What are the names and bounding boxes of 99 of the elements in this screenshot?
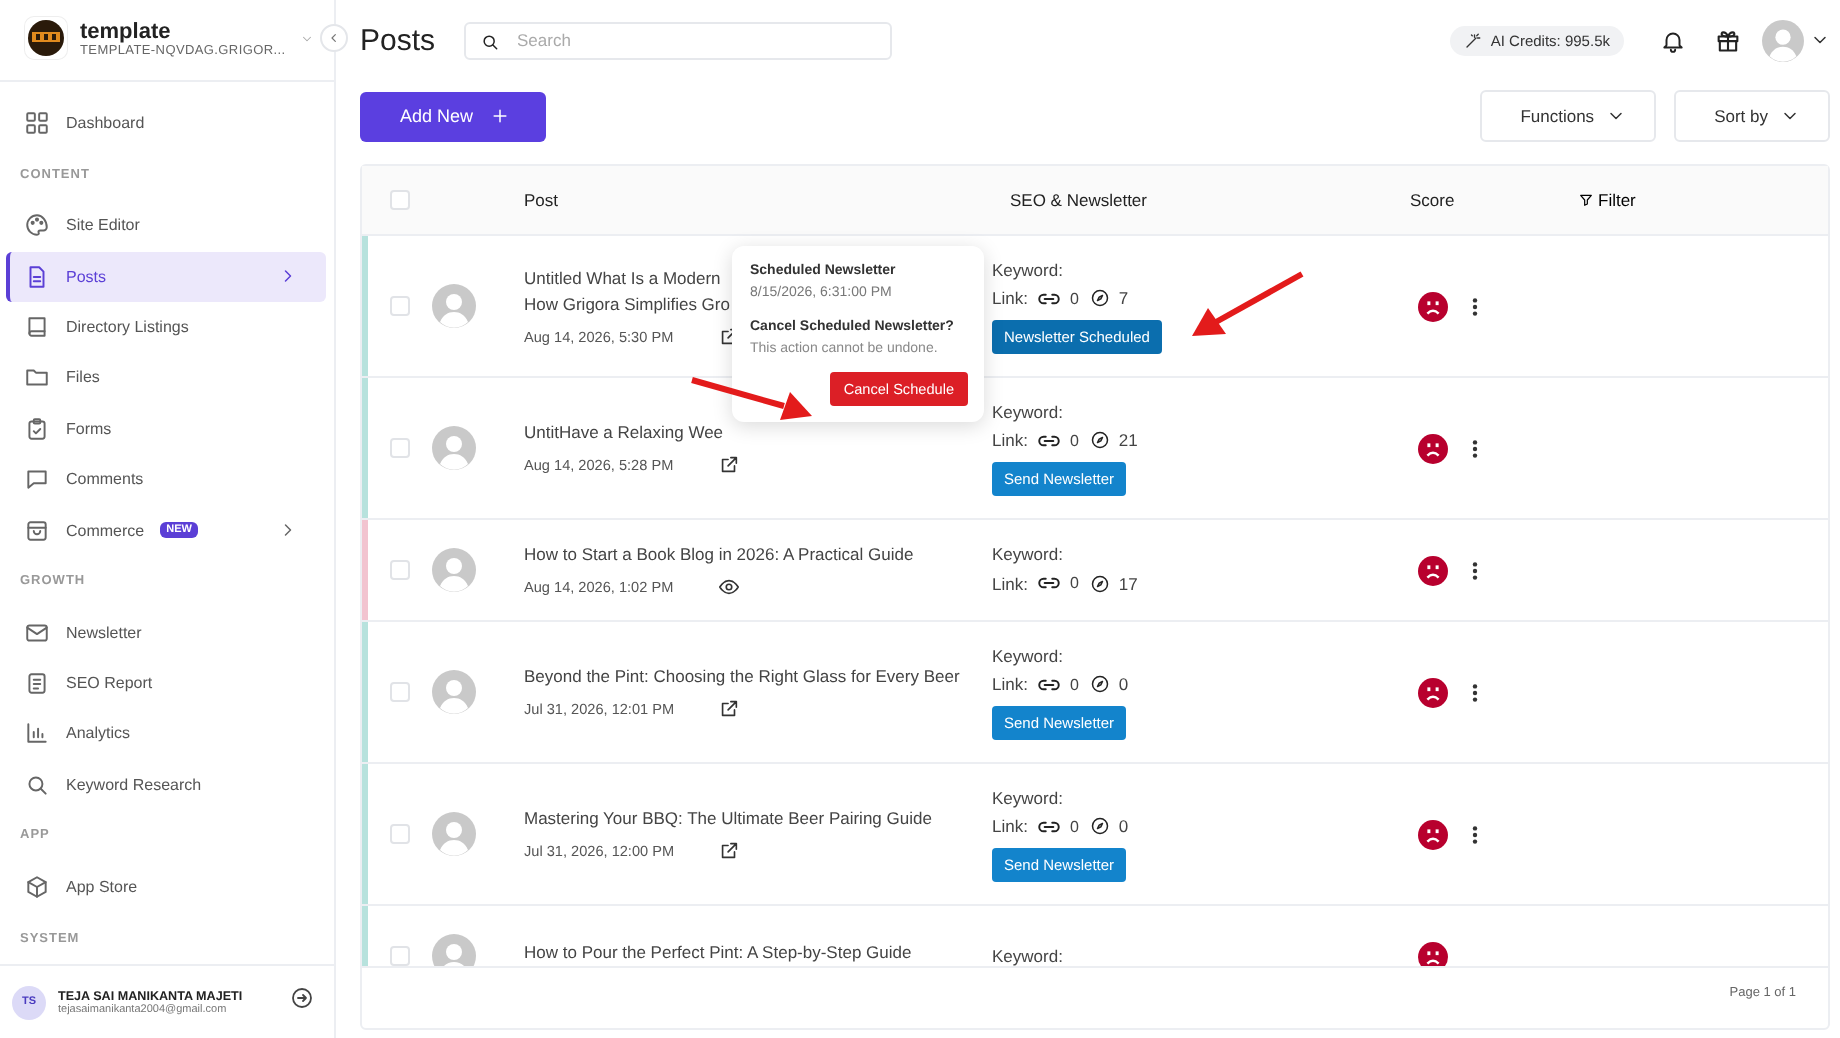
- keyword-label: Keyword:: [992, 401, 1065, 421]
- keyword-label: Keyword:: [992, 259, 1065, 279]
- link-label: Link:: [992, 430, 1028, 450]
- link-count: 0: [1069, 289, 1079, 307]
- avatar-silhouette: [432, 934, 476, 966]
- logout-icon[interactable]: [290, 986, 314, 1010]
- checkbox[interactable]: [390, 190, 410, 210]
- checkbox[interactable]: [390, 682, 410, 702]
- sidebar-item[interactable]: Directory Listings: [6, 301, 326, 353]
- bell-icon[interactable]: [1660, 27, 1686, 53]
- link-count: 0: [1069, 431, 1079, 449]
- sidebar-item[interactable]: App Store: [6, 861, 326, 913]
- sidebar-item[interactable]: Analytics: [6, 708, 326, 760]
- avatar-silhouette: [432, 812, 476, 856]
- post-title[interactable]: UntitHave a Relaxing Wee: [524, 420, 984, 446]
- gauge-icon: [1090, 674, 1111, 694]
- eye-icon[interactable]: [718, 576, 740, 598]
- folder-icon: [24, 364, 50, 391]
- sidebar-item[interactable]: Newsletter: [6, 607, 326, 658]
- link-label: Link:: [992, 573, 1028, 593]
- palette-icon: [24, 212, 50, 239]
- post-title[interactable]: Mastering Your BBQ: The Ultimate Beer Pairing Guide: [524, 806, 984, 832]
- magic-wand-icon: [1464, 31, 1483, 49]
- sidebar-item[interactable]: SEO Report: [6, 657, 326, 709]
- filter-icon: [1578, 192, 1594, 208]
- column-header: Post: [524, 190, 561, 210]
- link-count: 0: [1069, 675, 1079, 693]
- search-icon: [24, 771, 50, 798]
- gift-icon[interactable]: [1714, 26, 1742, 54]
- checkbox[interactable]: [390, 946, 410, 966]
- filter-button[interactable]: Filter: [1578, 190, 1828, 210]
- column-header: SEO & Newsletter: [1008, 190, 1149, 210]
- view-count: 21: [1118, 430, 1138, 450]
- kebab-menu-icon[interactable]: [1472, 439, 1478, 457]
- avatar-silhouette: [432, 548, 476, 592]
- checkbox[interactable]: [390, 438, 410, 458]
- link-label: Link:: [992, 674, 1028, 694]
- checkbox[interactable]: [390, 560, 410, 580]
- gauge-icon: [1090, 430, 1111, 450]
- mail-icon: [24, 619, 50, 646]
- external-link-icon[interactable]: [718, 840, 740, 862]
- cube-icon: [24, 874, 50, 901]
- workspace-name: template: [80, 19, 173, 43]
- view-count: 0: [1118, 816, 1129, 836]
- kebab-menu-icon[interactable]: [1472, 825, 1478, 843]
- avatar-silhouette: [432, 284, 476, 328]
- page-title: Posts: [360, 23, 436, 57]
- functions-button[interactable]: Functions: [1480, 90, 1657, 142]
- gauge-icon: [1090, 816, 1111, 836]
- avatar-silhouette: [432, 426, 476, 470]
- post-title[interactable]: Beyond the Pint: Choosing the Right Glass for Every Beer: [524, 664, 984, 690]
- sort-by-button[interactable]: Sort by: [1674, 90, 1830, 142]
- kebab-menu-icon[interactable]: [1472, 561, 1478, 579]
- search-field[interactable]: Search: [463, 21, 892, 59]
- post-title[interactable]: How to Pour the Perfect Pint: A Step-by-Step Guide: [524, 939, 984, 965]
- link-count: 0: [1069, 574, 1079, 592]
- annotation-arrow: [1192, 271, 1304, 336]
- plus-icon: [489, 106, 510, 126]
- sidebar-item[interactable]: Files: [6, 352, 326, 404]
- avatar-silhouette: [432, 670, 476, 714]
- external-link-icon[interactable]: [718, 698, 740, 720]
- link-label: Link:: [992, 816, 1028, 836]
- clipboard-icon: [24, 415, 50, 442]
- kebab-menu-icon[interactable]: [1472, 683, 1478, 701]
- comment-icon: [24, 466, 50, 493]
- keyword-label: Keyword:: [992, 946, 1065, 966]
- post-title[interactable]: How to Start a Book Blog in 2026: A Practical Guide: [524, 542, 984, 568]
- checkbox[interactable]: [390, 296, 410, 316]
- kebab-menu-icon[interactable]: [1472, 297, 1478, 315]
- search-icon: [479, 31, 500, 51]
- chevron-icon: [326, 30, 342, 46]
- keyword-label: Keyword:: [992, 544, 1065, 564]
- dashboard-icon: [24, 110, 50, 137]
- sidebar-item[interactable]: Keyword Research: [6, 759, 326, 810]
- sidebar-item[interactable]: Site Editor: [6, 200, 326, 252]
- add-new-button[interactable]: Add New: [360, 91, 546, 141]
- keyword-label: Keyword:: [992, 645, 1065, 665]
- link-label: Link:: [992, 288, 1028, 308]
- logo-icon: [24, 16, 68, 60]
- view-count: 0: [1118, 674, 1129, 694]
- sidebar-item[interactable]: Posts: [6, 251, 326, 302]
- analytics-icon: [24, 720, 50, 747]
- column-header: Score: [1408, 190, 1457, 210]
- bag-icon: [24, 517, 50, 544]
- link-count: 0: [1069, 817, 1079, 835]
- sidebar-item[interactable]: Comments: [6, 454, 326, 505]
- gauge-icon: [1090, 573, 1111, 593]
- report-icon: [24, 670, 50, 697]
- view-count: 17: [1118, 573, 1138, 593]
- document-icon: [24, 263, 50, 290]
- gauge-icon: [1090, 288, 1111, 308]
- sidebar-item[interactable]: Dashboard: [6, 98, 326, 149]
- external-link-icon[interactable]: [718, 454, 740, 476]
- checkbox[interactable]: [390, 824, 410, 844]
- annotation-arrow: [691, 377, 812, 420]
- sidebar-item[interactable]: Forms: [6, 403, 326, 454]
- book-icon: [24, 314, 50, 341]
- keyword-label: Keyword:: [992, 787, 1065, 807]
- view-count: 7: [1118, 288, 1129, 308]
